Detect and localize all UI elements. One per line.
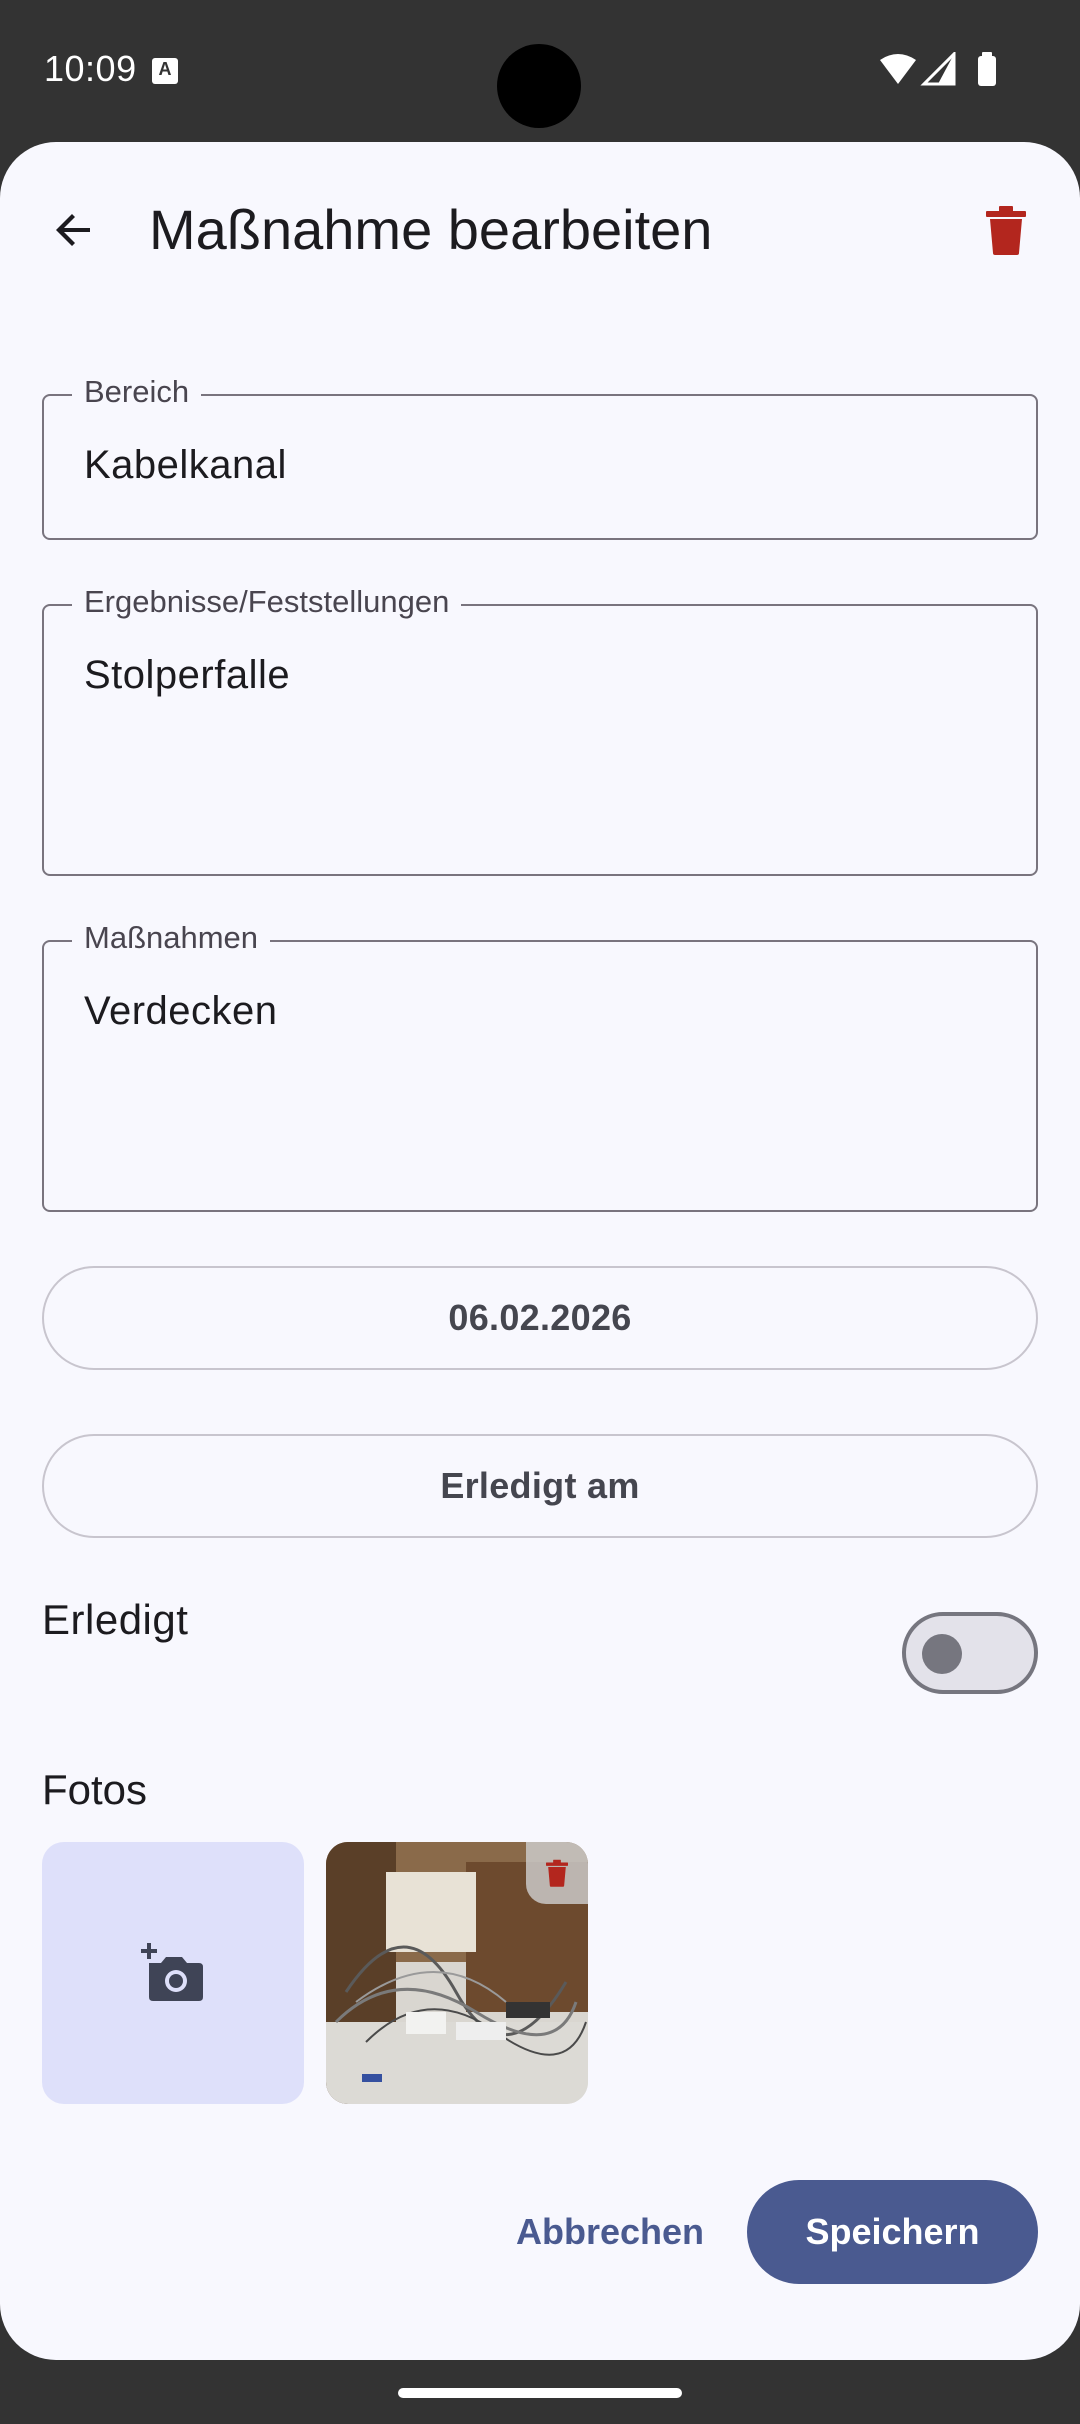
switch-thumb: [922, 1634, 962, 1674]
ergebnisse-field[interactable]: Ergebnisse/Feststellungen Stolperfalle: [42, 582, 1038, 876]
trash-icon: [546, 1859, 568, 1887]
photos-title: Fotos: [42, 1766, 148, 1813]
add-photo-camera-icon: [141, 1943, 203, 2001]
add-photo-button[interactable]: [42, 1842, 304, 2104]
camera-cutout: [497, 44, 581, 128]
bereich-value: Kabelkanal: [84, 443, 287, 487]
page-title: Maßnahme bearbeiten: [149, 198, 713, 261]
cancel-button[interactable]: Abbrechen: [496, 2180, 724, 2284]
massnahmen-value: Verdecken: [84, 989, 278, 1033]
ergebnisse-label: Ergebnisse/Feststellungen: [72, 582, 462, 622]
date-button[interactable]: 06.02.2026: [42, 1266, 1038, 1370]
wifi-icon: [880, 54, 916, 84]
back-button[interactable]: [36, 192, 112, 268]
battery-icon: [978, 56, 996, 86]
status-bar: 10:09: [0, 0, 1080, 142]
trash-icon: [986, 206, 1026, 255]
top-app-bar: Maßnahme bearbeiten: [0, 142, 1080, 310]
done-switch[interactable]: [902, 1612, 1038, 1694]
photo-thumbnail[interactable]: [326, 1842, 588, 2104]
gesture-nav-handle[interactable]: [398, 2388, 682, 2398]
arrow-back-icon: [56, 214, 90, 246]
ergebnisse-value: Stolperfalle: [84, 653, 291, 697]
bereich-label: Bereich: [72, 372, 202, 412]
photo-delete-button[interactable]: [526, 1842, 588, 1904]
done-label: Erledigt: [42, 1596, 189, 1643]
status-icons: [880, 52, 996, 86]
delete-button[interactable]: [968, 192, 1044, 268]
text-notification-icon: [152, 58, 178, 84]
status-time: 10:09: [44, 48, 137, 89]
bereich-field[interactable]: Bereich Kabelkanal: [42, 372, 1038, 540]
save-button[interactable]: Speichern: [747, 2180, 1038, 2284]
done-date-button[interactable]: Erledigt am: [42, 1434, 1038, 1538]
massnahmen-field[interactable]: Maßnahmen Verdecken: [42, 918, 1038, 1212]
edit-measure-screen: Maßnahme bearbeiten Bereich Kabelkanal E…: [0, 142, 1080, 2360]
massnahmen-label: Maßnahmen: [72, 918, 271, 958]
